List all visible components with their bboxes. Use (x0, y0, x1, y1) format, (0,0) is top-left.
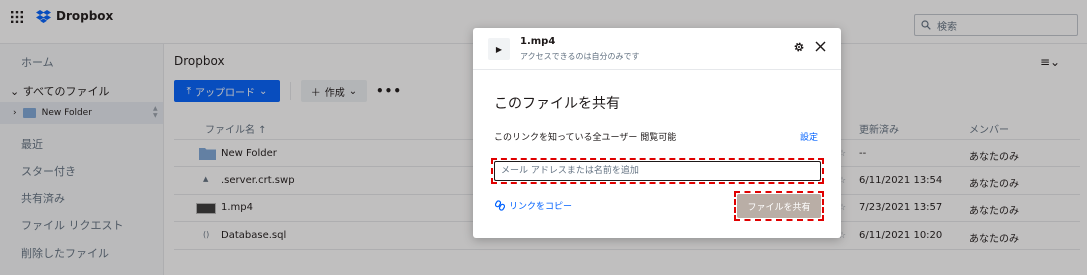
link-icon (495, 200, 505, 211)
gear-icon[interactable] (793, 41, 805, 53)
modal-file-name: 1.mp4 (520, 36, 556, 47)
copy-link-label: リンクをコピー (509, 202, 573, 212)
link-permission-text[interactable]: このリンクを知っている全ユーザー 閲覧可能 (494, 130, 676, 143)
modal-access-subtitle: アクセスできるのは自分のみです (520, 52, 640, 61)
play-icon: ▶ (488, 38, 510, 60)
modal-title: このファイルを共有 (494, 96, 620, 112)
dropbox-app: Dropbox 検索 ホーム ⌄ すべてのファイル › New Folder ▲… (0, 0, 1087, 275)
share-button-highlight: ファイルを共有 (734, 191, 824, 221)
share-modal: ▶ 1.mp4 アクセスできるのは自分のみです このファイルを共有 このリンクを… (473, 28, 841, 238)
recipient-input[interactable] (494, 161, 821, 181)
modal-header: ▶ 1.mp4 アクセスできるのは自分のみです (473, 28, 841, 70)
copy-link-button[interactable]: リンクをコピー (495, 199, 572, 212)
share-file-button[interactable]: ファイルを共有 (737, 194, 821, 218)
settings-link[interactable]: 設定 (800, 130, 818, 143)
close-icon[interactable] (815, 41, 826, 52)
recipient-input-highlight (491, 158, 824, 184)
